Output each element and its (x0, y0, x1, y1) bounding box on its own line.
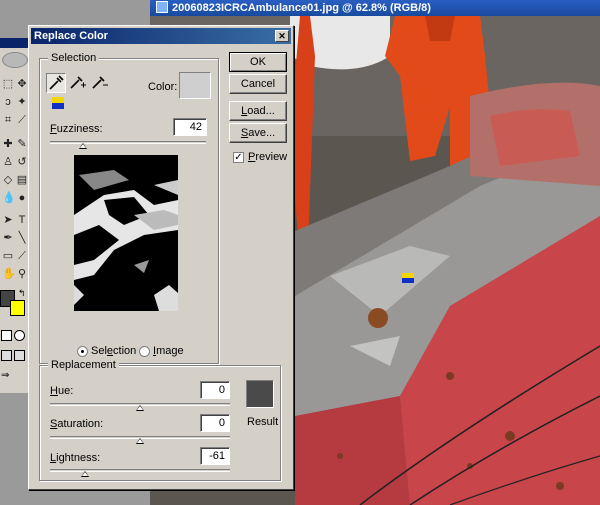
shape-icon[interactable]: ╲ (16, 232, 28, 244)
tools-palette: ⬚ ✥ ↄ ✦ ⌗ ⟋ ✚ ✎ ♙ ↺ ◇ ▤ 💧 ● ➤ T ✒ ╲ ▭ ⟋ … (0, 38, 31, 393)
eyedropper-icon[interactable]: ⟋ (16, 250, 28, 262)
dialog-titlebar[interactable]: Replace Color ✕ (31, 28, 291, 44)
hand-icon[interactable]: ✋ (2, 268, 16, 280)
hue-label: Hue: (50, 385, 74, 397)
quick-mask-icon[interactable] (14, 330, 25, 341)
close-icon[interactable]: ✕ (275, 30, 289, 42)
fuzziness-slider-track[interactable] (50, 141, 206, 144)
cancel-button[interactable]: Cancel (229, 74, 287, 94)
fuzziness-input[interactable]: 42 (173, 118, 207, 136)
replace-color-dialog: Replace Color ✕ Selection Color: Fuzzine… (28, 25, 294, 490)
save-button[interactable]: Save... (229, 123, 287, 143)
screen-mode-standard-icon[interactable] (1, 350, 12, 361)
lightness-slider-thumb[interactable] (81, 471, 90, 477)
marquee-icon[interactable]: ⬚ (2, 78, 14, 90)
replacement-group: Replacement Hue: 0 Saturation: 0 Lightne… (39, 359, 281, 481)
selection-radio-label: Selection (91, 345, 137, 357)
photoshop-doc-icon (156, 1, 168, 13)
blur-icon[interactable]: 💧 (2, 192, 16, 204)
selection-radio[interactable] (77, 346, 88, 357)
saturation-slider-thumb[interactable] (136, 438, 144, 444)
eraser-icon[interactable]: ◇ (2, 174, 14, 186)
dodge-icon[interactable]: ● (16, 192, 28, 204)
dialog-title: Replace Color (34, 30, 108, 42)
fuzziness-slider-thumb[interactable] (78, 143, 87, 149)
lasso-icon[interactable]: ↄ (2, 96, 14, 108)
standard-mode-icon[interactable] (1, 330, 12, 341)
jump-to-imageready-icon[interactable]: ⇒ (1, 370, 27, 384)
document-title: 20060823ICRCAmbulance01.jpg @ 62.8% (RGB… (172, 2, 431, 14)
document-titlebar[interactable]: 20060823ICRCAmbulance01.jpg @ 62.8% (RGB… (150, 0, 600, 16)
selection-mask-preview (74, 155, 178, 311)
ok-button[interactable]: OK (229, 52, 287, 72)
toolbox-header[interactable] (0, 38, 31, 48)
slice-icon[interactable]: ⟋ (16, 114, 28, 126)
path-select-icon[interactable]: ➤ (2, 214, 14, 226)
color-label: Color: (148, 81, 178, 93)
image-radio-label: Image (153, 345, 184, 357)
background-color-swatch[interactable] (10, 300, 25, 316)
eyedropper-icon[interactable] (46, 73, 66, 93)
screen-mode-full-icon[interactable] (14, 350, 25, 361)
pen-icon[interactable]: ✒ (2, 232, 14, 244)
hue-slider-thumb[interactable] (136, 405, 144, 411)
lightness-input[interactable]: -61 (200, 447, 230, 465)
hue-input[interactable]: 0 (200, 381, 230, 399)
crop-icon[interactable]: ⌗ (2, 114, 14, 126)
magic-wand-icon[interactable]: ✦ (16, 96, 28, 108)
image-radio[interactable] (139, 346, 150, 357)
history-brush-icon[interactable]: ↺ (16, 156, 28, 168)
preview-label: Preview (248, 151, 288, 163)
eyedropper-minus-icon[interactable] (90, 73, 110, 93)
type-icon[interactable]: T (16, 214, 28, 226)
lightness-label: Lightness: (50, 452, 101, 464)
gradient-icon[interactable]: ▤ (16, 174, 28, 186)
eyedropper-plus-icon[interactable] (68, 73, 88, 93)
saturation-input[interactable]: 0 (200, 414, 230, 432)
selection-group: Selection Color: Fuzziness: 42 Selection… (39, 52, 219, 364)
result-color-swatch[interactable] (246, 380, 274, 408)
swap-colors-icon[interactable]: ↰ (18, 288, 26, 299)
fuzziness-label: Fuzziness: (50, 123, 103, 135)
zoom-icon[interactable]: ⚲ (16, 268, 28, 280)
photoshop-feather-icon (2, 52, 28, 68)
selection-color-swatch[interactable] (179, 72, 211, 99)
notes-icon[interactable]: ▭ (2, 250, 14, 262)
replacement-group-label: Replacement (48, 359, 119, 371)
load-button[interactable]: Load... (229, 101, 287, 121)
stamp-icon[interactable]: ♙ (2, 156, 14, 168)
brush-icon[interactable]: ✎ (16, 138, 28, 150)
result-label: Result (247, 416, 279, 428)
saturation-label: Saturation: (50, 418, 104, 430)
heal-icon[interactable]: ✚ (2, 138, 14, 150)
preview-checkbox[interactable]: ✓ (233, 152, 244, 163)
lightness-slider-track[interactable] (50, 469, 230, 472)
move-icon[interactable]: ✥ (16, 78, 28, 90)
selection-group-label: Selection (48, 52, 100, 64)
